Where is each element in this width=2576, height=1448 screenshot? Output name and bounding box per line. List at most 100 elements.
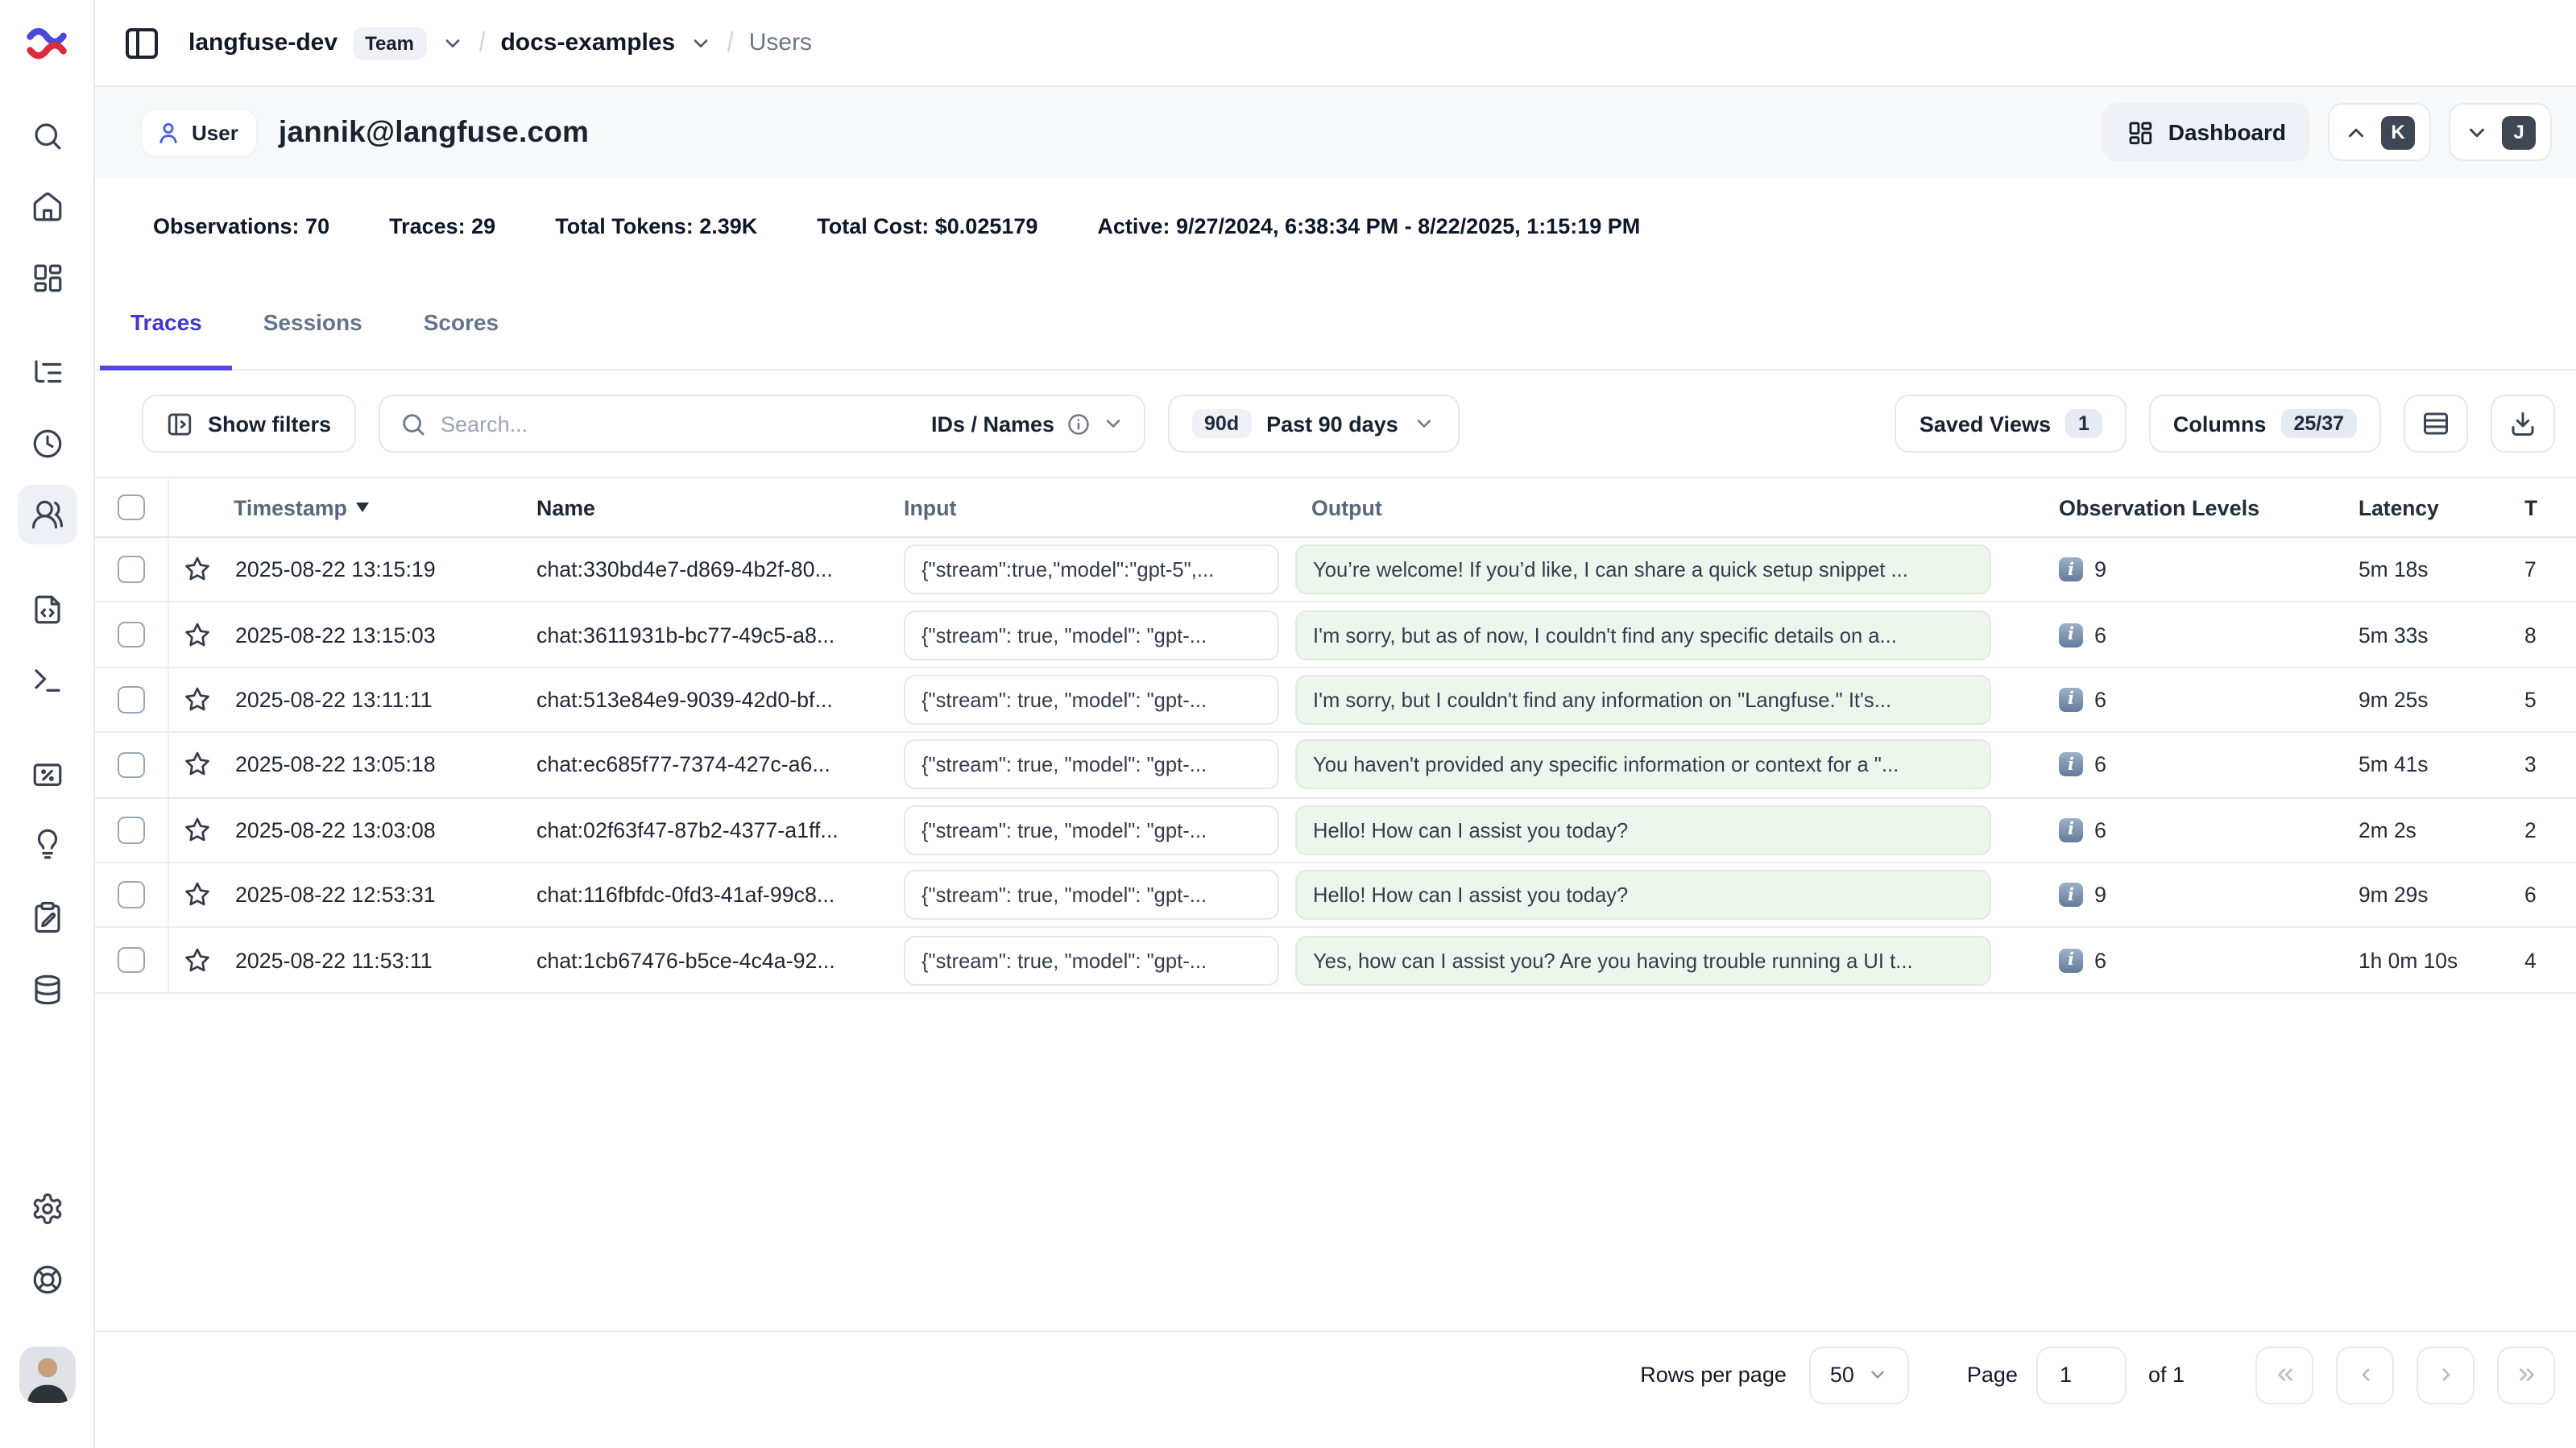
time-range-button[interactable]: 90d Past 90 days [1167, 395, 1460, 453]
trace-output-cell[interactable]: I'm sorry, but as of now, I couldn't fin… [1295, 610, 1991, 660]
previous-page-button[interactable] [2336, 1346, 2394, 1404]
trace-input-cell[interactable]: {"stream": true, "model": "gpt-... [904, 740, 1279, 790]
trace-name[interactable]: chat:3611931b-bc77-49c5-a8... [536, 623, 904, 647]
table-row[interactable]: 2025-08-22 13:11:11 chat:513e84e9-9039-4… [95, 668, 2576, 734]
filter-panel-icon [166, 410, 193, 437]
column-header-observation-levels[interactable]: Observation Levels [2040, 495, 2334, 519]
row-height-button[interactable] [2404, 395, 2468, 453]
column-header-total-truncated[interactable]: T [2521, 495, 2576, 519]
user-stats-row: Observations: 70 Traces: 29 Total Tokens… [95, 177, 2576, 275]
previous-user-button[interactable]: K [2328, 103, 2431, 161]
next-page-button[interactable] [2417, 1346, 2475, 1404]
first-page-button[interactable] [2255, 1346, 2313, 1404]
home-icon[interactable] [18, 177, 77, 237]
support-lifebuoy-icon[interactable] [18, 1250, 77, 1309]
star-icon[interactable] [182, 554, 213, 585]
user-avatar[interactable] [19, 1347, 76, 1403]
page-number-input[interactable] [2037, 1346, 2127, 1404]
table-row[interactable]: 2025-08-22 13:05:18 chat:ec685f77-7374-4… [95, 733, 2576, 798]
dashboards-icon[interactable] [18, 248, 77, 308]
trace-output-cell[interactable]: You’re welcome! If you’d like, I can sha… [1295, 544, 1991, 594]
trace-output-cell[interactable]: Hello! How can I assist you today? [1295, 805, 1991, 855]
trace-output-cell[interactable]: You haven't provided any specific inform… [1295, 740, 1991, 790]
row-checkbox[interactable] [118, 556, 145, 583]
lightbulb-icon[interactable] [18, 815, 77, 875]
trace-output-cell[interactable]: I'm sorry, but I couldn't find any infor… [1295, 675, 1991, 725]
column-header-latency[interactable]: Latency [2334, 495, 2521, 519]
project-chevron-down-icon[interactable] [690, 31, 712, 54]
table-row[interactable]: 2025-08-22 11:53:11 chat:1cb67476-b5ce-4… [95, 929, 2576, 994]
star-icon[interactable] [182, 619, 213, 650]
trace-latency: 1h 0m 10s [2334, 948, 2521, 972]
tab-sessions[interactable]: Sessions [233, 275, 393, 369]
search-box[interactable]: IDs / Names [378, 395, 1145, 453]
playground-terminal-icon[interactable] [18, 651, 77, 710]
star-icon[interactable] [182, 750, 213, 780]
last-page-button[interactable] [2497, 1346, 2555, 1404]
tab-scores[interactable]: Scores [393, 275, 529, 369]
column-header-input[interactable]: Input [904, 495, 1295, 519]
trace-input-cell[interactable]: {"stream": true, "model": "gpt-... [904, 610, 1279, 660]
search-scope-label: IDs / Names [931, 412, 1054, 436]
sessions-clock-icon[interactable] [18, 414, 77, 474]
stat-total-cost: Total Cost: $0.025179 [817, 214, 1037, 238]
trace-input-cell[interactable]: {"stream":true,"model":"gpt-5",... [904, 544, 1279, 594]
row-checkbox[interactable] [118, 817, 145, 843]
trace-name[interactable]: chat:02f63f47-87b2-4377-a1ff... [536, 818, 904, 842]
prompts-file-code-icon[interactable] [18, 580, 77, 639]
breadcrumb-org[interactable]: langfuse-dev [188, 29, 338, 56]
star-icon[interactable] [182, 879, 213, 910]
sidebar-item-users[interactable] [18, 485, 77, 544]
datasets-database-icon[interactable] [18, 960, 77, 1020]
saved-views-button[interactable]: Saved Views 1 [1895, 395, 2127, 453]
row-checkbox[interactable] [118, 686, 145, 713]
trace-name[interactable]: chat:1cb67476-b5ce-4c4a-92... [536, 948, 904, 972]
columns-button[interactable]: Columns 25/37 [2149, 395, 2381, 453]
row-checkbox[interactable] [118, 947, 145, 974]
star-icon[interactable] [182, 815, 213, 846]
select-all-checkbox[interactable] [118, 494, 145, 521]
trace-input-cell[interactable]: {"stream": true, "model": "gpt-... [904, 675, 1279, 725]
row-checkbox[interactable] [118, 751, 145, 778]
tracing-tree-icon[interactable] [18, 343, 77, 403]
column-header-timestamp[interactable]: Timestamp [169, 495, 536, 519]
annotation-clipboard-pen-icon[interactable] [18, 887, 77, 947]
trace-name[interactable]: chat:330bd4e7-d869-4b2f-80... [536, 557, 904, 581]
sidebar-toggle-icon[interactable] [119, 20, 164, 65]
breadcrumb-project[interactable]: docs-examples [500, 29, 675, 56]
trace-name[interactable]: chat:116fbfdc-0fd3-41af-99c8... [536, 883, 904, 907]
table-row[interactable]: 2025-08-22 12:53:31 chat:116fbfdc-0fd3-4… [95, 863, 2576, 929]
export-download-button[interactable] [2491, 395, 2555, 453]
langfuse-logo-icon[interactable] [23, 19, 71, 68]
tab-traces[interactable]: Traces [100, 275, 233, 369]
star-icon[interactable] [182, 945, 213, 975]
show-filters-button[interactable]: Show filters [142, 395, 355, 453]
columns-label: Columns [2173, 412, 2267, 436]
rows-per-page-select[interactable]: 50 [1809, 1346, 1909, 1404]
gear-icon[interactable] [18, 1179, 77, 1239]
row-checkbox[interactable] [118, 622, 145, 648]
star-icon[interactable] [182, 685, 213, 715]
trace-input-cell[interactable]: {"stream": true, "model": "gpt-... [904, 870, 1279, 920]
trace-name[interactable]: chat:513e84e9-9039-42d0-bf... [536, 688, 904, 712]
trace-total-truncated: 5 [2521, 688, 2576, 712]
trace-output-cell[interactable]: Hello! How can I assist you today? [1295, 870, 1991, 920]
search-icon[interactable] [18, 106, 77, 166]
evaluators-screen-icon[interactable] [18, 746, 77, 805]
trace-output-cell[interactable]: Yes, how can I assist you? Are you havin… [1295, 935, 1991, 985]
search-input[interactable] [441, 412, 917, 436]
search-scope-selector[interactable]: IDs / Names [931, 412, 1124, 436]
table-row[interactable]: 2025-08-22 13:15:03 chat:3611931b-bc77-4… [95, 603, 2576, 668]
row-checkbox[interactable] [118, 882, 145, 908]
table-row[interactable]: 2025-08-22 13:03:08 chat:02f63f47-87b2-4… [95, 798, 2576, 863]
next-user-button[interactable]: J [2449, 103, 2552, 161]
trace-input-cell[interactable]: {"stream": true, "model": "gpt-... [904, 935, 1279, 985]
table-row[interactable]: 2025-08-22 13:15:19 chat:330bd4e7-d869-4… [95, 538, 2576, 603]
observation-level-count: 6 [2094, 948, 2106, 972]
org-chevron-down-icon[interactable] [441, 31, 464, 54]
column-header-name[interactable]: Name [536, 495, 904, 519]
column-header-output[interactable]: Output [1295, 495, 2040, 519]
trace-name[interactable]: chat:ec685f77-7374-427c-a6... [536, 753, 904, 777]
dashboard-button[interactable]: Dashboard [2102, 103, 2310, 161]
trace-input-cell[interactable]: {"stream": true, "model": "gpt-... [904, 805, 1279, 855]
